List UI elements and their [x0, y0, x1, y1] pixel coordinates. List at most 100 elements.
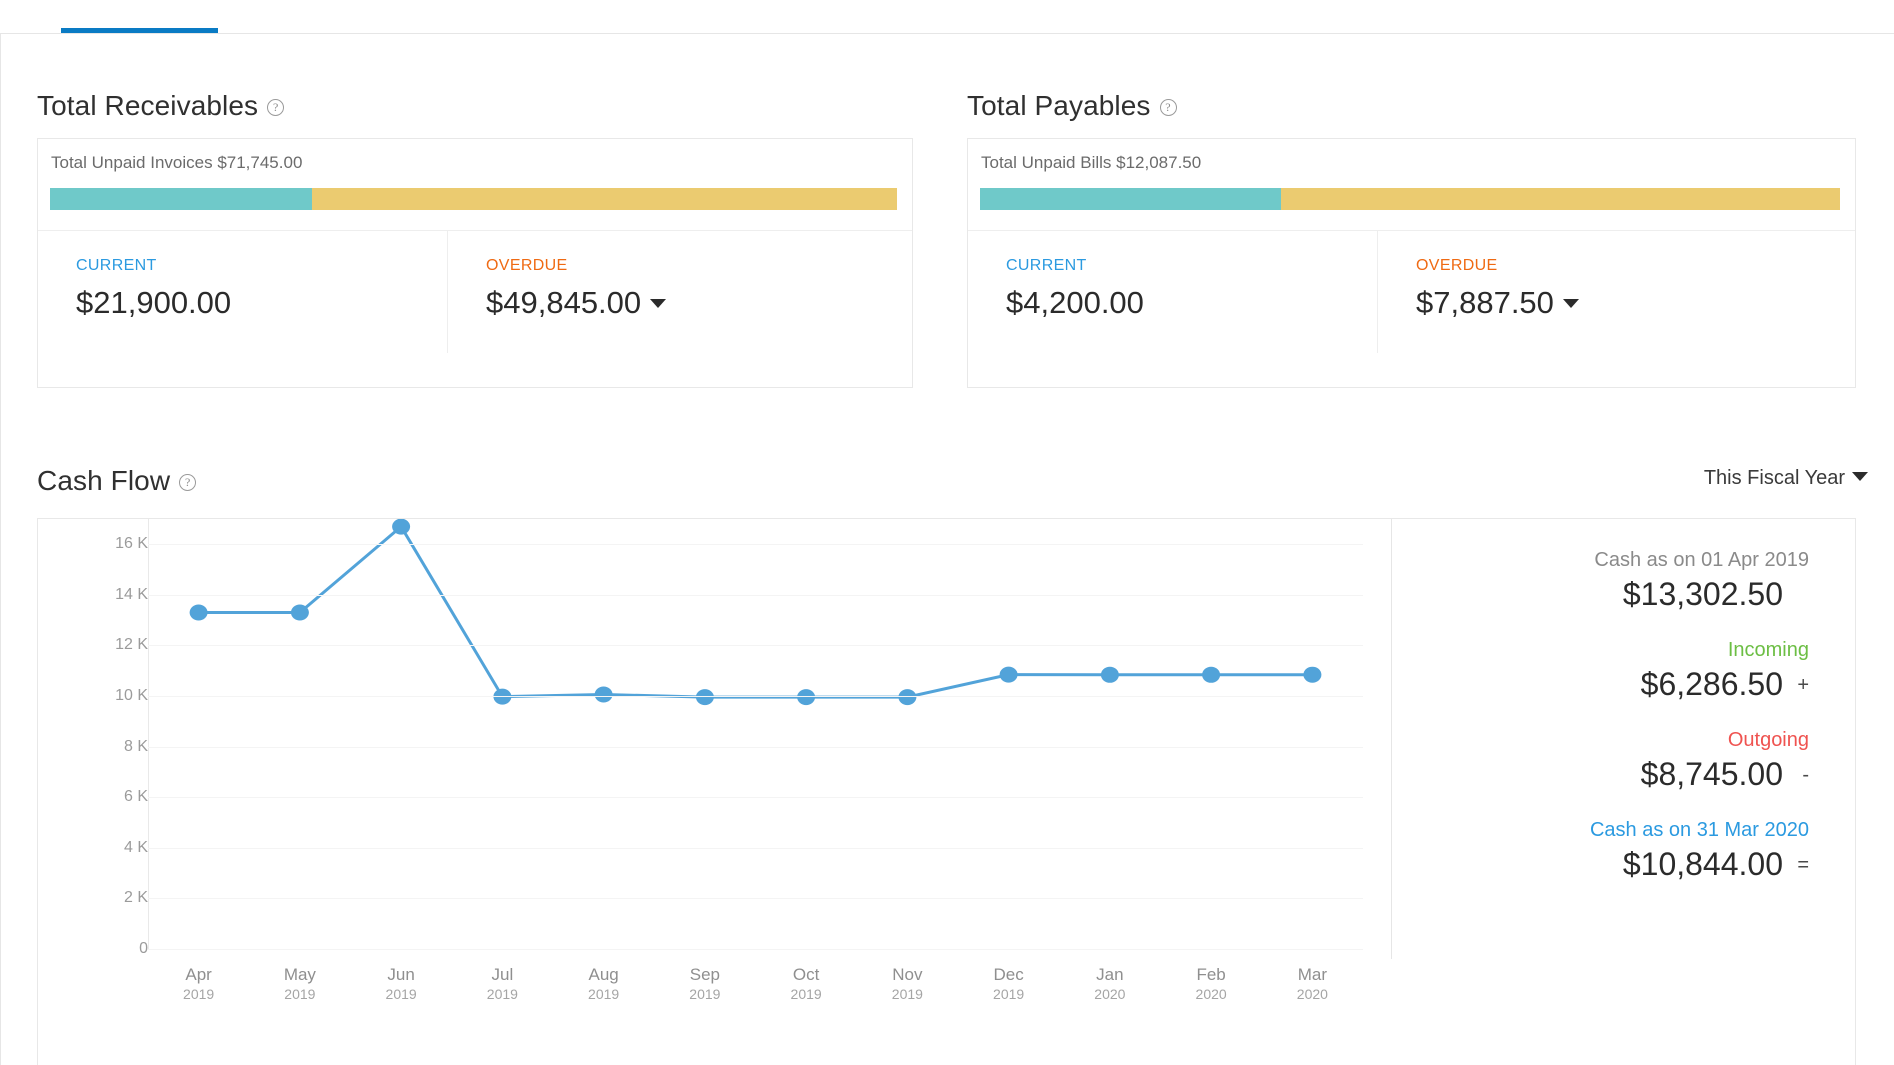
chart-x-tick-label: Nov 2019	[892, 965, 923, 1003]
summary-outgoing-block: Outgoing $8,745.00-	[1392, 729, 1809, 793]
chart-data-point[interactable]	[1303, 666, 1322, 683]
receivables-progress-bar	[50, 188, 897, 210]
chart-x-month: Aug	[588, 965, 619, 984]
chart-gridline	[148, 696, 1363, 698]
receivables-overdue-segment	[311, 188, 897, 210]
chart-x-year: 2019	[183, 986, 215, 1002]
chart-x-year: 2019	[790, 986, 822, 1002]
summary-incoming-value: $6,286.50 +	[1392, 666, 1809, 703]
cashflow-summary: Cash as on 01 Apr 2019 $13,302.50+ Incom…	[1392, 519, 1855, 959]
chart-y-tick-label: 4 K	[123, 838, 148, 856]
chart-data-point[interactable]	[1202, 666, 1221, 683]
help-icon[interactable]: ?	[1159, 99, 1177, 116]
chart-line-series	[189, 519, 1322, 706]
summary-closing-value: $10,844.00 =	[1392, 846, 1809, 883]
chart-x-year: 2019	[689, 986, 721, 1002]
receivables-overdue-label[interactable]: OVERDUE	[486, 257, 897, 275]
payables-overdue-block: OVERDUE $7,887.50	[1377, 231, 1837, 353]
summary-outgoing-label: Outgoing	[1727, 729, 1809, 751]
summary-opening-block: Cash as on 01 Apr 2019 $13,302.50+	[1392, 549, 1809, 613]
chart-x-tick-label: May 2019	[284, 965, 316, 1003]
chart-x-tick-label: Jul 2019	[487, 965, 518, 1003]
help-icon[interactable]: ?	[179, 474, 197, 491]
chevron-down-icon[interactable]	[650, 299, 667, 308]
summary-closing-label[interactable]: Cash as on 31 Mar 2020	[1392, 819, 1809, 842]
payables-overdue-segment	[1281, 188, 1840, 210]
chart-x-month: Dec	[993, 965, 1024, 984]
summary-closing-operator: =	[1797, 854, 1809, 876]
cashflow-chart: 02 K4 K6 K8 K 10 K 12 K 14 K 16 K Apr 2019 May…	[38, 519, 1391, 1019]
payables-amounts: CURRENT $4,200.00 OVERDUE $7,887.50	[968, 231, 1855, 353]
cashflow-section-title: Cash Flow?	[37, 465, 197, 497]
payables-bar-area: Total Unpaid Bills $12,087.50	[968, 139, 1855, 231]
cashflow-card: 02 K4 K6 K8 K 10 K 12 K 14 K 16 K Apr 2019 May…	[37, 518, 1856, 1065]
chart-x-month: Jul	[491, 965, 514, 984]
chart-x-month: Nov	[892, 965, 923, 984]
summary-incoming-operator: +	[1797, 674, 1809, 696]
active-tab-indicator[interactable]	[61, 28, 218, 33]
summary-outgoing-value: $8,745.00-	[1392, 756, 1809, 793]
chart-gridline	[148, 645, 1363, 647]
chart-x-tick-label: Aug 2019	[588, 965, 619, 1003]
help-icon[interactable]: ?	[267, 99, 285, 116]
summary-outgoing-operator: -	[1802, 764, 1809, 786]
receivables-current-label[interactable]: CURRENT	[76, 257, 447, 275]
chart-x-month: Mar	[1297, 965, 1328, 984]
chart-plot-area	[148, 519, 1363, 950]
chart-x-year: 2019	[385, 986, 417, 1002]
chart-y-tick-label: 2 K	[123, 889, 148, 907]
summary-closing-amount: $10,844.00	[1622, 846, 1783, 882]
summary-opening-amount: $13,302.50	[1622, 576, 1783, 612]
chart-x-month: May	[283, 965, 316, 984]
chart-gridline	[148, 949, 1363, 950]
payables-current-block: CURRENT $4,200.00	[968, 231, 1377, 353]
chart-x-year: 2020	[1296, 986, 1328, 1002]
payables-progress-bar	[980, 188, 1840, 210]
chart-x-axis: Apr 2019 May 2019 Jun 2019 Jul 2019 Aug 2019 Sep 20…	[148, 951, 1363, 1021]
chart-y-tick-label: 16 K	[115, 535, 148, 553]
chart-x-tick-label: Oct 2019	[791, 965, 822, 1003]
chart-y-tick-label: 0	[139, 940, 148, 957]
chart-gridline	[148, 594, 1363, 596]
chart-data-point[interactable]	[290, 604, 309, 621]
chevron-down-icon[interactable]	[1562, 299, 1579, 308]
chart-gridline	[148, 898, 1363, 900]
chart-data-point[interactable]	[898, 689, 917, 706]
chart-data-point[interactable]	[392, 519, 411, 535]
chart-data-point[interactable]	[1100, 666, 1119, 683]
chart-x-month: Apr	[185, 965, 212, 984]
chart-y-tick-label: 8 K	[123, 737, 148, 755]
tab-strip	[0, 0, 1894, 34]
chart-y-tick-label: 6 K	[123, 788, 148, 806]
receivables-overdue-value: $49,845.00	[486, 285, 642, 320]
summary-outgoing-amount: $8,745.00	[1640, 756, 1783, 792]
summary-incoming-label: Incoming	[1727, 639, 1809, 661]
cashflow-period-selector[interactable]: This Fiscal Year	[1704, 467, 1868, 490]
chart-data-point[interactable]	[594, 686, 613, 703]
summary-incoming-amount: $6,286.50	[1640, 666, 1783, 702]
chart-data-point[interactable]	[797, 689, 816, 706]
chart-y-tick-label: 14 K	[115, 585, 148, 603]
chart-x-tick-label: Mar 2020	[1297, 965, 1328, 1003]
payables-current-label[interactable]: CURRENT	[1006, 257, 1377, 275]
payables-title-text: Total Payables	[967, 90, 1151, 121]
payables-overdue-label[interactable]: OVERDUE	[1416, 257, 1837, 275]
chart-data-point[interactable]	[695, 689, 714, 706]
chart-x-tick-label: Feb 2020	[1196, 965, 1227, 1003]
chart-data-point[interactable]	[189, 604, 208, 621]
receivables-overdue-amount[interactable]: $49,845.00	[486, 285, 897, 321]
chart-x-month: Sep	[689, 965, 720, 984]
receivables-current-block: CURRENT $21,900.00	[38, 231, 447, 353]
chart-x-tick-label: Dec 2019	[993, 965, 1024, 1003]
chevron-down-icon[interactable]	[1852, 472, 1868, 481]
payables-current-amount: $4,200.00	[1006, 285, 1144, 320]
summary-opening-value: $13,302.50+	[1392, 576, 1809, 613]
chart-x-month: Oct	[792, 965, 820, 984]
chart-data-point[interactable]	[999, 666, 1018, 683]
receivables-section-title: Total Receivables?	[37, 90, 285, 122]
chart-x-tick-label: Jun 2019	[386, 965, 417, 1003]
payables-overdue-value: $7,887.50	[1416, 285, 1554, 320]
chart-gridline	[148, 797, 1363, 799]
payables-overdue-amount[interactable]: $7,887.50	[1416, 285, 1837, 321]
summary-incoming-block: Incoming $6,286.50 +	[1392, 639, 1809, 703]
